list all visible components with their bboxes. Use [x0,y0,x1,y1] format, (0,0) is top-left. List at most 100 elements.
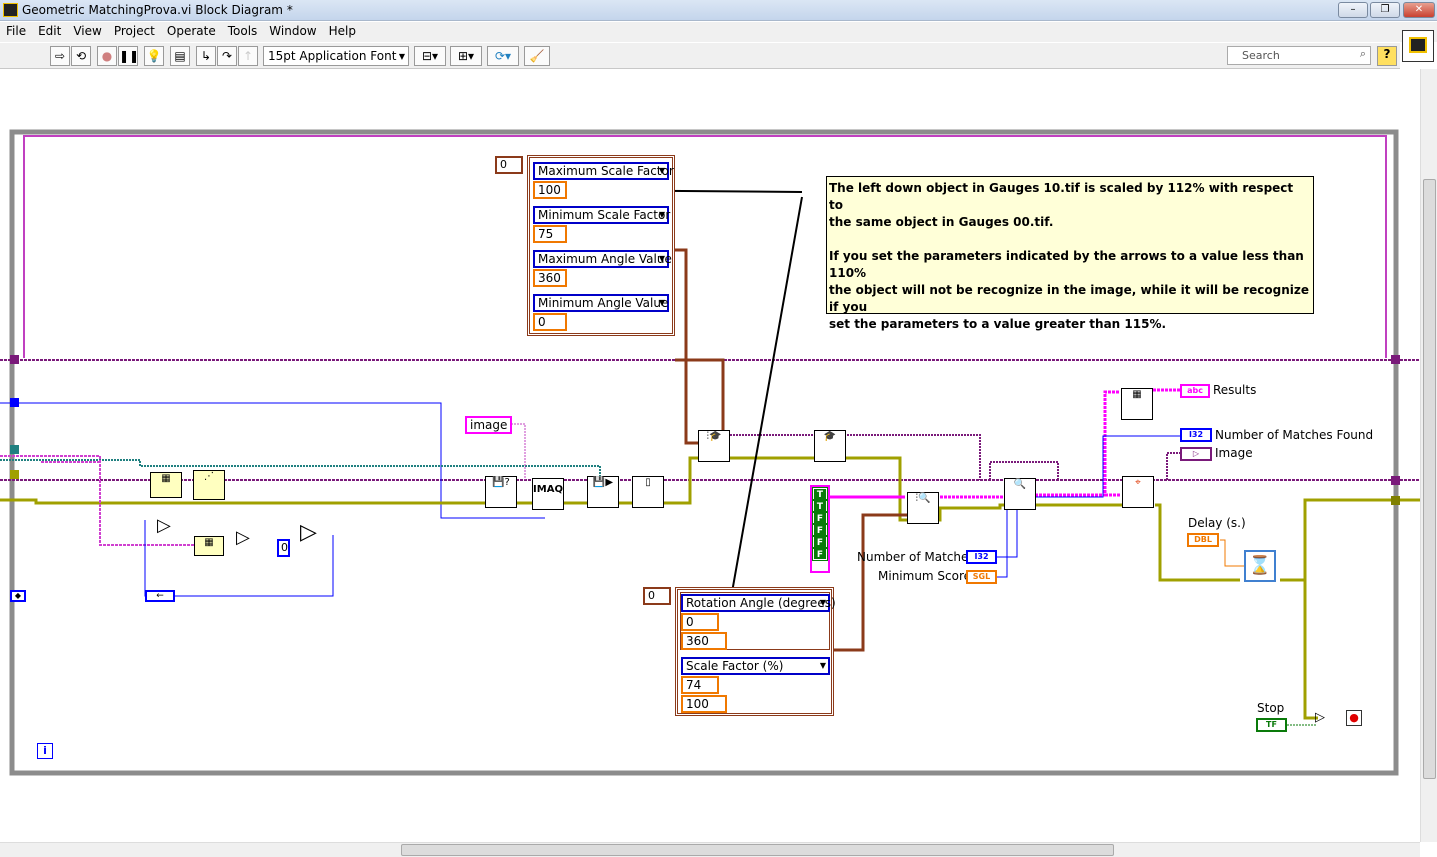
min-score-label: Minimum Score [878,569,972,583]
bool-element[interactable]: T [812,487,828,501]
min-angle-ring[interactable]: Minimum Angle Value ▼ [533,294,669,312]
results-display-node[interactable]: ▦ [1121,388,1153,420]
array-size-node[interactable]: ▦ [194,536,224,556]
learn-geometric-pattern-node[interactable]: 🎓 [814,430,846,462]
image-indicator[interactable]: ▷ [1180,447,1212,461]
results-label: Results [1213,383,1257,397]
num-matches-control[interactable]: I32 [966,550,997,564]
loop-condition-stop-icon[interactable]: ● [1346,710,1362,726]
distribute-objects-button[interactable]: ⊞▾ [450,46,482,66]
menu-window[interactable]: Window [263,22,322,38]
advanced-learn-setup-node[interactable]: ⫶🎓 [698,430,730,462]
search-icon[interactable]: ⌕ [1360,47,1366,61]
close-button[interactable]: ✕ [1403,2,1435,18]
array-index[interactable]: 0 [643,587,671,605]
menu-edit[interactable]: Edit [32,22,67,38]
min-scale-factor-ring[interactable]: Minimum Scale Factor ▼ [533,206,670,224]
font-dropdown[interactable]: 15pt Application Font ▼ [263,46,409,66]
maximize-button[interactable]: ❐ [1370,2,1400,18]
build-path-node[interactable]: ⋰ [193,470,225,500]
pause-button[interactable]: ❚❚ [118,46,139,66]
align-objects-button[interactable]: ⊟▾ [414,46,446,66]
shift-register-left[interactable]: ◆ [10,590,26,602]
image-label: Image [1215,446,1253,460]
bool-element[interactable]: F [812,511,828,525]
scale-factor-ring[interactable]: Scale Factor (%) ▼ [681,657,830,675]
increment-node[interactable]: ▷ [157,515,171,536]
step-over-button[interactable]: ↷ [217,46,237,66]
menu-operate[interactable]: Operate [161,22,222,38]
horizontal-scrollbar[interactable] [0,842,1420,857]
min-score-control[interactable]: SGL [966,570,997,584]
retain-wire-values-button[interactable]: ▤ [170,46,190,66]
stop-control[interactable]: TF [1256,718,1287,732]
search-input[interactable]: Search ⌕ [1227,46,1371,65]
min-scale-factor-value[interactable]: 75 [533,225,567,243]
vertical-scroll-thumb[interactable] [1423,179,1436,779]
max-angle-ring[interactable]: Maximum Angle Value ▼ [533,250,672,268]
labview-icon [3,3,18,17]
array-index[interactable]: 0 [495,156,523,174]
shift-register[interactable]: ← [145,590,175,602]
select-node[interactable]: ▷ [300,520,317,545]
scale-max-value[interactable]: 100 [681,695,727,713]
toolbar: ⇨ ⟲ ● ❚❚ 💡 ▤ ↳ ↷ ↑ 15pt Application Font… [0,43,1400,69]
wait-hourglass-icon[interactable]: ⌛ [1244,550,1276,582]
scale-min-value[interactable]: 74 [681,676,719,694]
imaq-read-file-2-node[interactable]: 💾▶ [587,476,619,508]
num-matches-label: Number of Matches [857,550,975,564]
bool-element[interactable]: T [812,499,828,513]
comment-line: set the parameters to a value greater th… [829,317,1167,331]
max-scale-factor-value[interactable]: 100 [533,181,567,199]
abort-button[interactable]: ● [97,46,117,66]
menu-bar: File Edit View Project Operate Tools Window Hel… [0,22,1437,42]
run-button[interactable]: ⇨ [50,46,70,66]
imaq-read-file-node[interactable]: 💾? [485,476,517,508]
stop-label: Stop [1257,701,1285,715]
or-node[interactable]: ▷ [1315,710,1325,725]
delay-control[interactable]: DBL [1187,533,1219,547]
boolean-array-constant[interactable]: T T F F F F [810,485,830,573]
bool-element[interactable]: F [812,547,828,561]
menu-tools[interactable]: Tools [222,22,264,38]
imaq-dispose-node[interactable]: ▯ [632,476,664,508]
rotation-angle-ring[interactable]: Rotation Angle (degrees) ▼ [681,594,836,612]
less-than-node[interactable]: ▷ [236,527,250,548]
bool-element[interactable]: F [812,523,828,537]
highlight-execution-button[interactable]: 💡 [144,46,164,66]
imaq-create-node[interactable]: IMAQ [532,478,564,510]
rotation-min-value[interactable]: 0 [681,613,719,631]
zero-constant[interactable]: 0 [277,539,290,557]
delay-wire [1220,539,1245,567]
overlay-results-node[interactable]: ⌖ [1122,476,1154,508]
min-angle-value[interactable]: 0 [533,313,567,331]
delay-label: Delay (s.) [1188,516,1246,530]
step-into-button[interactable]: ↳ [196,46,216,66]
results-indicator[interactable]: abc [1180,384,1210,398]
setup-match-geometric-pattern-node[interactable]: ⫶🔍 [907,492,939,524]
minimize-button[interactable]: – [1338,2,1368,18]
clean-up-diagram-button[interactable]: 🧹 [524,46,550,66]
reorder-button[interactable]: ⟳▾ [487,46,519,66]
bool-element[interactable]: F [812,535,828,549]
step-out-button[interactable]: ↑ [238,46,258,66]
menu-view[interactable]: View [67,22,107,38]
vertical-scrollbar[interactable] [1420,69,1437,842]
read-file-node[interactable]: ▦ [150,472,182,498]
run-continuously-button[interactable]: ⟲ [71,46,91,66]
matches-found-indicator[interactable]: I32 [1180,428,1212,442]
horizontal-scroll-thumb[interactable] [401,844,1114,856]
max-scale-factor-ring[interactable]: Maximum Scale Factor ▼ [533,162,674,180]
rotation-max-value[interactable]: 360 [681,632,727,650]
menu-file[interactable]: File [0,22,32,38]
menu-help[interactable]: Help [323,22,362,38]
free-label-comment[interactable]: The left down object in Gauges 10.tif is… [826,176,1314,331]
image-name-constant[interactable]: image [465,416,513,434]
match-geometric-pattern-node[interactable]: 🔍 [1004,478,1036,510]
top-cluster-array-constant: Maximum Scale Factor ▼ 100 Minimum Scale … [527,155,675,336]
max-angle-value[interactable]: 360 [533,269,567,287]
tunnel [10,398,19,407]
menu-project[interactable]: Project [108,22,161,38]
window-title: Geometric MatchingProva.vi Block Diagram… [22,3,293,17]
context-help-button[interactable]: ? [1377,46,1397,66]
